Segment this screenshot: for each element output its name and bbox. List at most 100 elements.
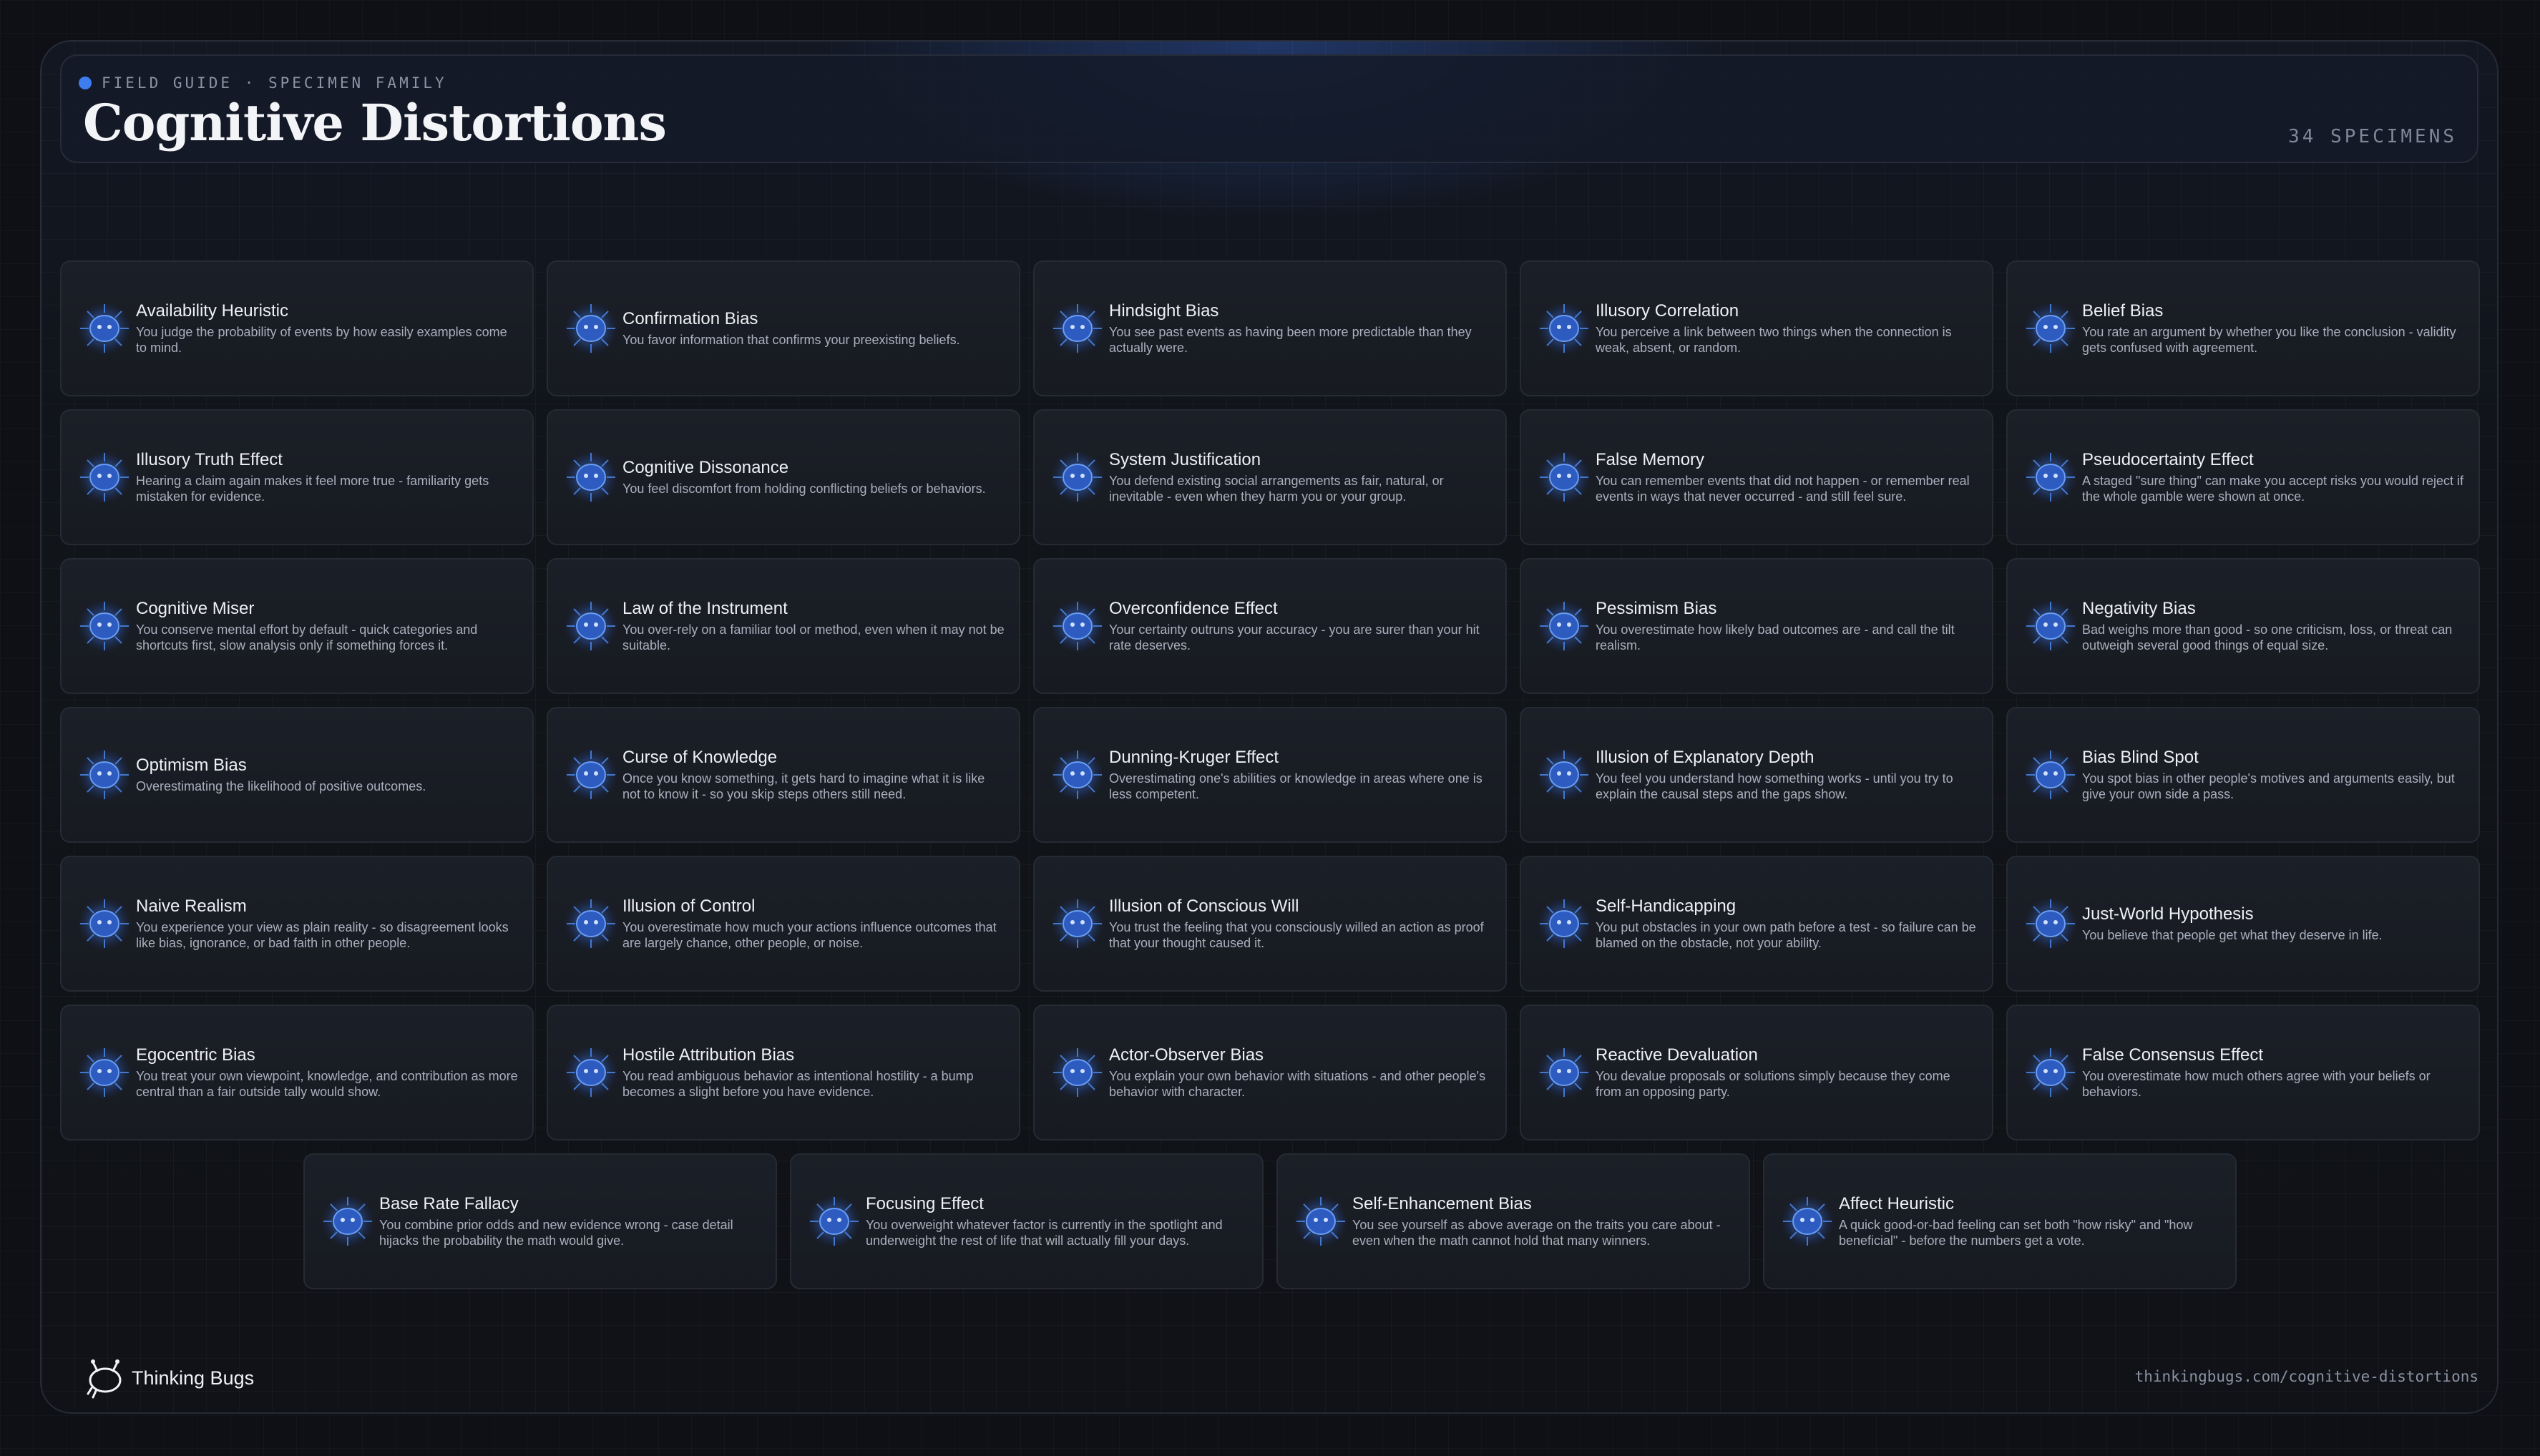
specimen-card[interactable]: Belief Bias You rate an argument by wheth… — [2006, 260, 2480, 396]
specimen-text: Hostile Attribution Bias You read ambiguo… — [622, 1045, 1006, 1100]
specimen-description: You treat your own viewpoint, knowledge,… — [136, 1069, 518, 1099]
bug-specimen-icon — [1537, 301, 1591, 356]
bug-specimen-icon — [807, 1194, 861, 1249]
specimen-text: Egocentric Bias You treat your own viewpo… — [136, 1045, 519, 1100]
specimen-name: Naive Realism — [136, 896, 247, 916]
specimen-text: Optimism Bias Overestimating the likeliho… — [136, 756, 519, 794]
specimen-card[interactable]: Optimism Bias Overestimating the likeliho… — [60, 707, 534, 843]
specimen-text: Reactive Devaluation You devalue proposal… — [1596, 1045, 1979, 1100]
specimen-text: False Consensus Effect You overestimate h… — [2082, 1045, 2466, 1100]
specimen-text: Law of the Instrument You over-rely on a … — [622, 599, 1006, 653]
specimen-card[interactable]: Egocentric Bias You treat your own viewpo… — [60, 1005, 534, 1140]
specimen-name: Optimism Bias — [136, 756, 247, 775]
specimen-card[interactable]: Negativity Bias Bad weighs more than good… — [2006, 558, 2480, 694]
specimen-description: You feel you understand how something wo… — [1596, 771, 1953, 801]
specimen-description: You favor information that confirms your… — [622, 333, 960, 347]
specimen-name: Pseudocertainty Effect — [2082, 450, 2254, 469]
specimen-card[interactable]: Illusory Truth Effect Hearing a claim aga… — [60, 409, 534, 545]
specimen-text: Hindsight Bias You see past events as hav… — [1109, 301, 1493, 356]
footer-brand[interactable]: Thinking Bugs — [86, 1357, 254, 1399]
specimen-name: Overconfidence Effect — [1109, 599, 1278, 618]
specimen-text: Focusing Effect You overweight whatever f… — [866, 1194, 1249, 1249]
specimen-card[interactable]: Bias Blind Spot You spot bias in other pe… — [2006, 707, 2480, 843]
specimen-card[interactable]: Illusion of Explanatory Depth You feel yo… — [1520, 707, 1993, 843]
specimen-card[interactable]: Just-World Hypothesis You believe that pe… — [2006, 856, 2480, 992]
specimen-description: Hearing a claim again makes it feel more… — [136, 474, 489, 504]
specimen-text: Bias Blind Spot You spot bias in other pe… — [2082, 748, 2466, 802]
specimen-card[interactable]: Overconfidence Effect Your certainty outr… — [1033, 558, 1507, 694]
bug-specimen-icon — [564, 301, 618, 356]
specimen-name: Illusion of Explanatory Depth — [1596, 748, 1814, 767]
specimen-description: You feel discomfort from holding conflic… — [622, 482, 986, 496]
bug-specimen-icon — [1050, 450, 1105, 504]
specimen-name: Belief Bias — [2082, 301, 2164, 321]
specimen-card[interactable]: Self-Handicapping You put obstacles in yo… — [1520, 856, 1993, 992]
specimen-description: You believe that people get what they de… — [2082, 928, 2383, 942]
specimen-text: Self-Handicapping You put obstacles in yo… — [1596, 896, 1979, 951]
specimen-card[interactable]: Pessimism Bias You overestimate how likel… — [1520, 558, 1993, 694]
specimen-card[interactable]: Pseudocertainty Effect A staged "sure thi… — [2006, 409, 2480, 545]
specimen-card[interactable]: Affect Heuristic A quick good-or-bad feel… — [1763, 1153, 2237, 1289]
bug-specimen-icon — [564, 450, 618, 504]
bug-specimen-icon — [2023, 450, 2078, 504]
specimen-card[interactable]: Base Rate Fallacy You combine prior odds … — [303, 1153, 777, 1289]
bug-specimen-icon — [1537, 1045, 1591, 1100]
specimen-name: Just-World Hypothesis — [2082, 904, 2254, 924]
specimen-name: System Justification — [1109, 450, 1261, 469]
specimen-description: You conserve mental effort by default - … — [136, 622, 478, 653]
specimen-card[interactable]: Self-Enhancement Bias You see yourself as… — [1276, 1153, 1750, 1289]
specimen-card[interactable]: False Memory You can remember events that… — [1520, 409, 1993, 545]
specimen-card[interactable]: Cognitive Dissonance You feel discomfort … — [547, 409, 1020, 545]
specimen-description: A quick good-or-bad feeling can set both… — [1839, 1218, 2193, 1248]
specimen-text: Actor-Observer Bias You explain your own … — [1109, 1045, 1493, 1100]
specimen-card[interactable]: Illusion of Control You overestimate how … — [547, 856, 1020, 992]
bug-specimen-icon — [2023, 1045, 2078, 1100]
bug-specimen-icon — [2023, 599, 2078, 653]
bug-specimen-icon — [77, 748, 132, 802]
specimen-text: Illusion of Conscious Will You trust the … — [1109, 896, 1493, 951]
specimen-card[interactable]: Cognitive Miser You conserve mental effor… — [60, 558, 534, 694]
specimen-card[interactable]: Illusion of Conscious Will You trust the … — [1033, 856, 1507, 992]
specimen-description: You spot bias in other people's motives … — [2082, 771, 2455, 801]
specimen-card[interactable]: Availability Heuristic You judge the prob… — [60, 260, 534, 396]
bug-specimen-icon — [77, 1045, 132, 1100]
bug-specimen-icon — [1050, 301, 1105, 356]
specimen-description: You perceive a link between two things w… — [1596, 325, 1952, 355]
specimen-description: A staged "sure thing" can make you accep… — [2082, 474, 2464, 504]
bug-specimen-icon — [1780, 1194, 1835, 1249]
specimen-description: You judge the probability of events by h… — [136, 325, 507, 355]
specimen-name: Illusory Correlation — [1596, 301, 1739, 321]
specimen-text: Self-Enhancement Bias You see yourself as… — [1352, 1194, 1736, 1249]
specimen-card[interactable]: Hostile Attribution Bias You read ambiguo… — [547, 1005, 1020, 1140]
bug-specimen-icon — [2023, 896, 2078, 951]
footer-url[interactable]: thinkingbugs.com/cognitive-distortions — [2135, 1368, 2478, 1385]
specimen-card[interactable]: False Consensus Effect You overestimate h… — [2006, 1005, 2480, 1140]
specimen-card[interactable]: Reactive Devaluation You devalue proposal… — [1520, 1005, 1993, 1140]
specimen-card[interactable]: Hindsight Bias You see past events as hav… — [1033, 260, 1507, 396]
bug-specimen-icon — [564, 896, 618, 951]
specimen-name: Hindsight Bias — [1109, 301, 1219, 321]
specimen-text: System Justification You defend existing … — [1109, 450, 1493, 504]
specimen-name: Affect Heuristic — [1839, 1194, 1954, 1213]
specimen-count: 34 SPECIMENS — [2288, 126, 2457, 147]
specimen-card[interactable]: Law of the Instrument You over-rely on a … — [547, 558, 1020, 694]
specimen-card[interactable]: System Justification You defend existing … — [1033, 409, 1507, 545]
specimen-card[interactable]: Dunning-Kruger Effect Overestimating one'… — [1033, 707, 1507, 843]
specimen-description: You overweight whatever factor is curren… — [866, 1218, 1223, 1248]
specimen-description: You overestimate how much your actions i… — [622, 920, 997, 950]
specimen-name: Egocentric Bias — [136, 1045, 255, 1065]
specimen-name: Self-Handicapping — [1596, 896, 1737, 916]
specimen-card[interactable]: Confirmation Bias You favor information t… — [547, 260, 1020, 396]
specimen-text: Pessimism Bias You overestimate how likel… — [1596, 599, 1979, 653]
specimen-card[interactable]: Illusory Correlation You perceive a link … — [1520, 260, 1993, 396]
specimen-card[interactable]: Curse of Knowledge Once you know somethin… — [547, 707, 1020, 843]
specimen-description: You see yourself as above average on the… — [1352, 1218, 1721, 1248]
specimen-description: You explain your own behavior with situa… — [1109, 1069, 1486, 1099]
specimen-card[interactable]: Naive Realism You experience your view as… — [60, 856, 534, 992]
specimen-card[interactable]: Actor-Observer Bias You explain your own … — [1033, 1005, 1507, 1140]
specimen-text: Cognitive Dissonance You feel discomfort … — [622, 458, 1006, 497]
bug-specimen-icon — [1050, 896, 1105, 951]
specimen-text: Naive Realism You experience your view as… — [136, 896, 519, 951]
specimen-card[interactable]: Focusing Effect You overweight whatever f… — [790, 1153, 1264, 1289]
specimen-description: You overestimate how likely bad outcomes… — [1596, 622, 1955, 653]
